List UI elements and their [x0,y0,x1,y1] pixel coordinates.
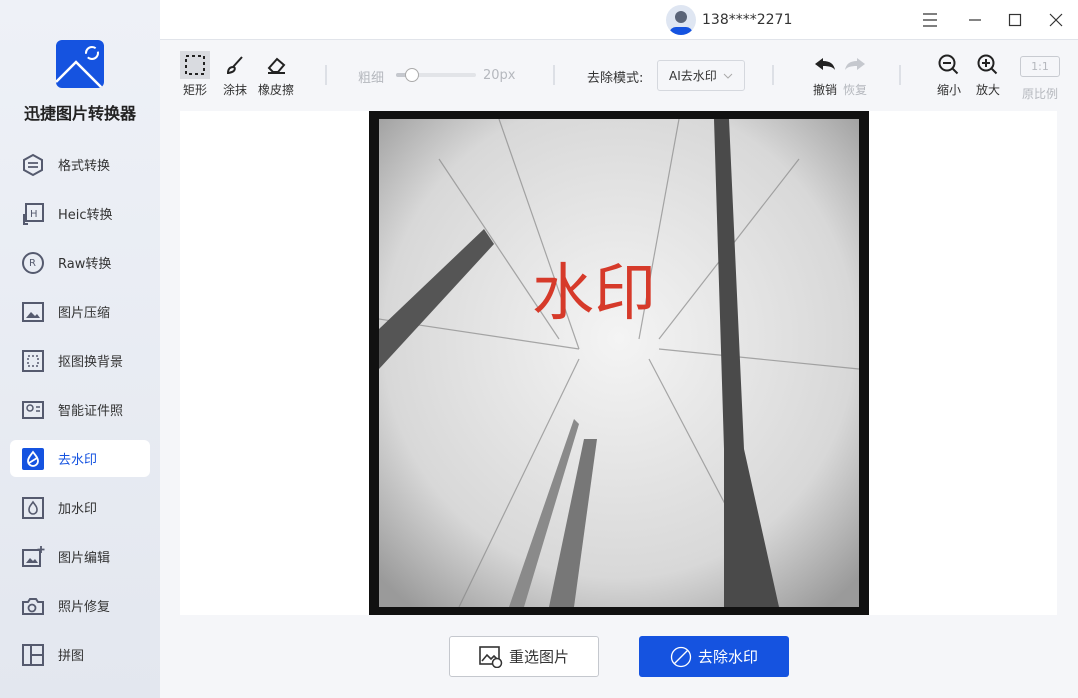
redo-icon [840,51,870,79]
sidebar-item-label: 照片修复 [58,600,111,615]
sidebar-item-label: 拼图 [58,649,85,664]
redo-button[interactable]: 恢复 [840,51,870,98]
sidebar-item[interactable]: 图片压缩 [10,293,150,330]
sidebar: 迅捷图片转换器 格式转换 H Heic转换 R Raw转换图片压缩抠图换背景智能证件照去… [0,0,160,698]
mode-label: 去除模式: [587,71,644,86]
photo-repair-icon [21,594,45,618]
eraser-label: 橡皮擦 [258,83,295,97]
close-icon[interactable] [1046,10,1066,30]
sidebar-item[interactable]: 智能证件照 [10,391,150,428]
sidebar-item-label: 图片压缩 [58,306,111,321]
heic-icon: H [21,202,45,226]
divider [553,65,555,85]
add-watermark-icon [21,496,45,520]
thickness-label: 粗细 [358,71,385,86]
reselect-image-icon [479,645,503,668]
sidebar-item-label: 智能证件照 [58,404,124,419]
sidebar-item[interactable]: 加水印 [10,489,150,526]
sidebar-nav: 格式转换 H Heic转换 R Raw转换图片压缩抠图换背景智能证件照去水印加水印图片编… [10,146,150,685]
eraser-tool[interactable]: 橡皮擦 [258,51,294,98]
thickness-value: 20px [483,68,516,83]
zoom-in-icon [973,51,1003,79]
toolbar: 矩形 涂抹 橡皮擦 粗细 20px 去除模式: AI去水印 撤销 恢复 缩小 放… [160,41,1078,111]
photo[interactable]: 水印 [369,111,869,615]
sidebar-item-label: Raw转换 [58,257,112,272]
sidebar-item[interactable]: 格式转换 [10,146,150,183]
zoom-out-icon [934,51,964,79]
user-info[interactable]: 138****2271 [666,5,792,35]
mode-value: AI去水印 [669,69,717,83]
remove-label: 去除水印 [697,648,758,666]
sidebar-item-label: Heic转换 [58,208,113,223]
divider [772,65,774,85]
redo-label: 恢复 [842,83,867,97]
user-phone: 138****2271 [702,12,793,28]
remove-watermark-icon [670,646,692,667]
rect-tool[interactable]: 矩形 [180,51,210,98]
birch-trees-photo: 水印 [378,118,860,608]
svg-text:R: R [29,258,36,269]
minimize-icon[interactable] [965,10,985,30]
image-edit-icon [21,545,45,569]
original-ratio-button[interactable]: 1:1 原比例 [1020,51,1060,102]
avatar [666,5,696,35]
sidebar-item[interactable]: R Raw转换 [10,244,150,281]
remove-watermark-button[interactable]: 去除水印 [639,636,789,677]
smear-label: 涂抹 [222,83,247,97]
reselect-image-button[interactable]: 重选图片 [449,636,599,677]
cutout-icon [21,349,45,373]
sidebar-item-label: 格式转换 [58,159,111,174]
sidebar-item-label: 抠图换背景 [58,355,124,370]
sidebar-item[interactable]: H Heic转换 [10,195,150,232]
app-name: 迅捷图片转换器 [23,104,136,123]
sidebar-item-label: 去水印 [58,453,98,468]
mode-select[interactable]: AI去水印 [657,60,745,91]
zoom-out-label: 缩小 [936,83,961,97]
smear-tool[interactable]: 涂抹 [220,51,250,98]
sidebar-item[interactable]: 照片修复 [10,587,150,624]
rectangle-select-icon [180,51,210,79]
remove-watermark-icon [21,447,45,471]
thickness-slider[interactable] [396,68,476,82]
slider-handle[interactable] [405,68,419,82]
zoom-in-button[interactable]: 放大 [973,51,1003,98]
chevron-down-icon [723,73,733,79]
app-logo [56,40,104,88]
id-photo-icon [21,398,45,422]
brush-icon [220,51,250,79]
undo-button[interactable]: 撤销 [810,51,840,98]
zoom-out-button[interactable]: 缩小 [934,51,964,98]
sidebar-item-label: 图片编辑 [58,551,111,566]
ratio-badge: 1:1 [1020,56,1060,77]
sidebar-item[interactable]: 去水印 [10,440,150,477]
raw-icon: R [21,251,45,275]
menu-icon[interactable] [920,10,940,30]
divider [325,65,327,85]
sidebar-item[interactable]: 抠图换背景 [10,342,150,379]
eraser-icon [261,51,291,79]
sidebar-item[interactable]: 拼图 [10,636,150,673]
divider [899,65,901,85]
watermark-text: 水印 [532,256,656,329]
image-canvas[interactable]: 水印 [180,111,1057,615]
rect-label: 矩形 [182,83,207,97]
sidebar-item-label: 加水印 [58,502,98,517]
compress-icon [21,300,45,324]
title-bar: 138****2271 [160,0,1078,40]
ratio-label: 原比例 [1021,87,1058,101]
reselect-label: 重选图片 [508,648,569,666]
undo-label: 撤销 [812,83,837,97]
sidebar-item[interactable]: 图片编辑 [10,538,150,575]
collage-icon [21,643,45,667]
zoom-in-label: 放大 [975,83,1000,97]
format-convert-icon [21,153,45,177]
undo-icon [810,51,840,79]
maximize-icon[interactable] [1005,10,1025,30]
svg-text:H: H [30,209,38,220]
